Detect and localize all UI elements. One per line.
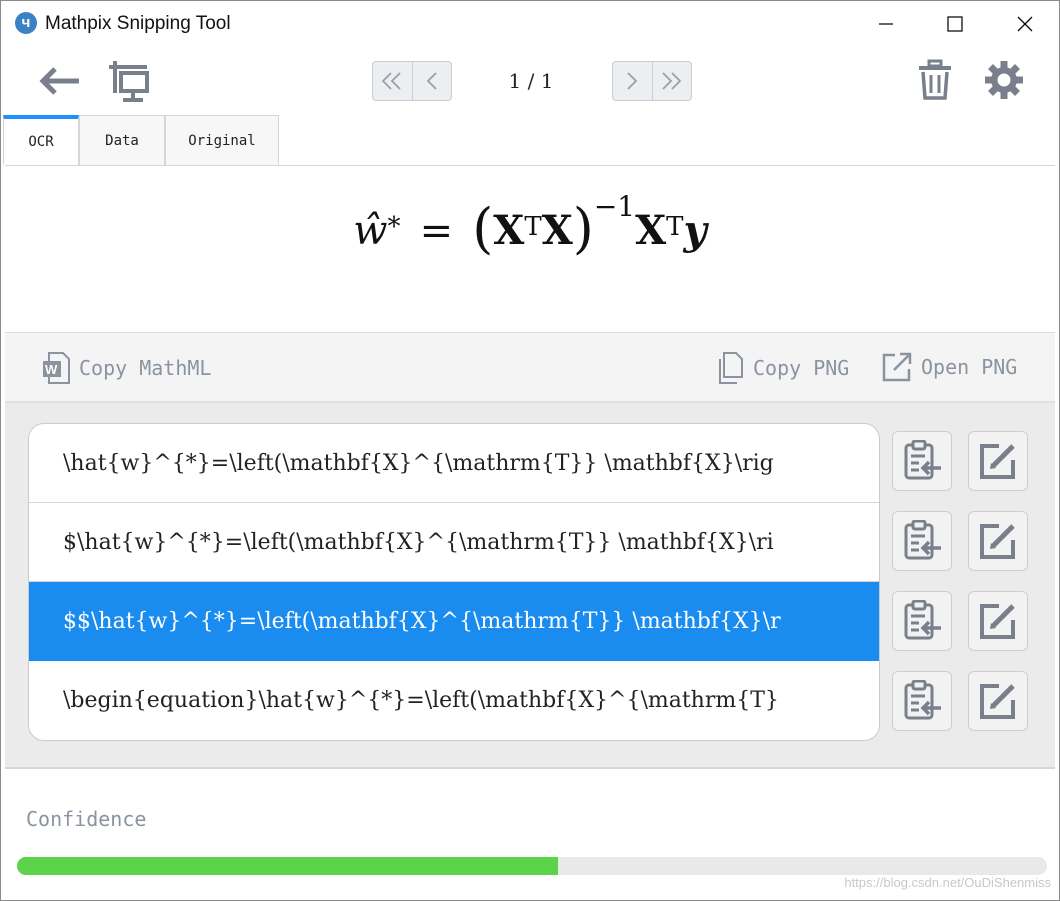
snip-button[interactable] <box>107 59 153 108</box>
toolbar: 1 / 1 <box>1 51 1059 113</box>
word-document-icon: W <box>43 352 70 384</box>
maximize-button[interactable] <box>932 1 978 47</box>
copy-result-button[interactable] <box>892 511 952 571</box>
latex-results-list: \hat{w}^{*}=\left(\mathbf{X}^{\mathrm{T}… <box>28 423 880 741</box>
confidence-bar <box>17 857 1047 875</box>
double-chevron-right-icon <box>662 72 682 90</box>
confidence-label: Confidence <box>26 807 147 831</box>
copy-result-button[interactable] <box>892 431 952 491</box>
copy-mathml-button[interactable]: W Copy MathML <box>41 351 211 385</box>
copy-result-button[interactable] <box>892 591 952 651</box>
copy-icon <box>719 352 743 384</box>
copy-png-button[interactable]: Copy PNG <box>715 351 849 385</box>
copy-result-button[interactable] <box>892 671 952 731</box>
action-bar: W Copy MathML Copy PNG Open PNG <box>5 333 1055 403</box>
edit-icon <box>980 444 1015 479</box>
prev-page-button[interactable] <box>411 62 452 100</box>
eq-x2: X <box>541 207 573 254</box>
confidence-bar-fill <box>17 857 558 875</box>
eq-star: * <box>387 212 401 243</box>
app-window: ч Mathpix Snipping Tool 1 / 1 OCR Data O… <box>0 0 1060 901</box>
edit-result-button[interactable] <box>968 431 1028 491</box>
settings-button[interactable] <box>983 59 1025 106</box>
clipboard-paste-icon <box>904 520 941 560</box>
eq-y: y <box>683 207 707 254</box>
clipboard-paste-icon <box>904 600 941 640</box>
result-row-latex[interactable]: \hat{w}^{*}=\left(\mathbf{X}^{\mathrm{T}… <box>29 424 879 503</box>
title-bar: ч Mathpix Snipping Tool <box>1 1 1059 47</box>
mathpix-logo-icon: ч <box>15 12 37 34</box>
minimize-icon <box>879 23 893 25</box>
back-button[interactable] <box>37 63 83 104</box>
edit-icon <box>980 684 1015 719</box>
double-chevron-left-icon <box>381 72 401 90</box>
eq-equals: = <box>419 208 454 254</box>
external-link-icon <box>882 352 912 382</box>
edit-icon <box>980 604 1015 639</box>
clipboard-paste-icon <box>904 680 941 720</box>
pager-next-group <box>612 61 692 101</box>
chevron-left-icon <box>426 72 437 90</box>
result-row-inline-math[interactable]: $\hat{w}^{*}=\left(\mathbf{X}^{\mathrm{T… <box>29 503 879 582</box>
arrow-left-icon <box>39 67 79 95</box>
open-png-button[interactable]: Open PNG <box>881 351 1017 383</box>
pager-prev-group <box>372 61 452 101</box>
tab-data[interactable]: Data <box>79 115 165 165</box>
screen-crop-icon <box>109 61 149 102</box>
eq-inverse: −1 <box>593 189 636 223</box>
copy-mathml-label: Copy MathML <box>79 356 212 380</box>
maximize-icon <box>947 16 963 32</box>
next-page-button[interactable] <box>613 62 652 100</box>
tab-ocr[interactable]: OCR <box>3 115 79 165</box>
tab-original[interactable]: Original <box>165 115 279 165</box>
result-row-display-math[interactable]: $$\hat{w}^{*}=\left(\mathbf{X}^{\mathrm{… <box>29 582 879 661</box>
delete-button[interactable] <box>917 59 953 106</box>
close-button[interactable] <box>1002 1 1048 47</box>
trash-icon <box>919 59 951 100</box>
edit-result-button[interactable] <box>968 511 1028 571</box>
eq-right-paren: ) <box>572 197 594 260</box>
gear-icon <box>985 61 1023 99</box>
edit-result-button[interactable] <box>968 591 1028 651</box>
results-panel: \hat{w}^{*}=\left(\mathbf{X}^{\mathrm{T}… <box>5 403 1055 769</box>
watermark: https://blog.csdn.net/OuDiShenmiss <box>844 875 1051 890</box>
svg-text:W: W <box>45 362 58 377</box>
eq-w-hat: ŵ <box>353 208 388 254</box>
edit-icon <box>980 524 1015 559</box>
eq-x1: X <box>493 207 525 254</box>
clipboard-paste-icon <box>904 440 941 480</box>
window-title: Mathpix Snipping Tool <box>45 13 231 34</box>
chevron-right-icon <box>627 72 638 90</box>
rendered-equation: ŵ* = (XTX)−1XTy <box>5 190 1055 260</box>
eq-t1: T <box>524 212 542 243</box>
last-page-button[interactable] <box>651 62 692 100</box>
minimize-button[interactable] <box>863 1 909 47</box>
copy-png-label: Copy PNG <box>753 356 850 380</box>
open-png-label: Open PNG <box>921 355 1018 379</box>
result-row-equation-env[interactable]: \begin{equation}\hat{w}^{*}=\left(\mathb… <box>29 661 879 740</box>
equation-preview: ŵ* = (XTX)−1XTy <box>5 165 1055 334</box>
first-page-button[interactable] <box>373 62 412 100</box>
close-icon <box>1017 16 1033 32</box>
page-indicator: 1 / 1 <box>508 69 554 93</box>
eq-x3: X <box>635 207 667 254</box>
eq-t2: T <box>666 212 684 243</box>
edit-result-button[interactable] <box>968 671 1028 731</box>
eq-left-paren: ( <box>472 197 494 260</box>
